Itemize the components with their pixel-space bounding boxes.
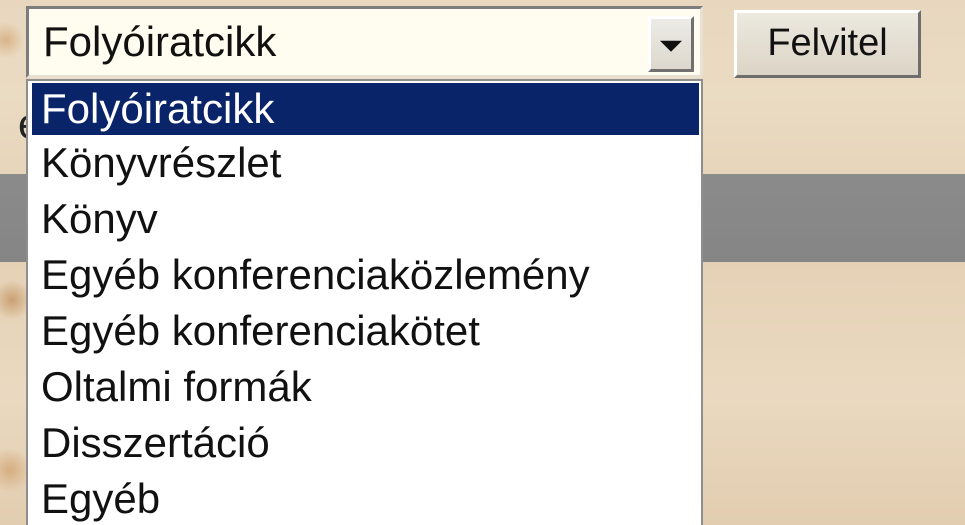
select-current-value: Folyóiratcikk bbox=[43, 18, 277, 65]
submit-button[interactable]: Felvitel bbox=[734, 10, 921, 78]
dropdown-option[interactable]: Könyvrészlet bbox=[28, 137, 701, 193]
dropdown-option[interactable]: Könyv bbox=[28, 193, 701, 249]
chevron-down-icon bbox=[660, 40, 682, 52]
dropdown-option[interactable]: Egyéb bbox=[28, 473, 701, 525]
dropdown-arrow-button[interactable] bbox=[648, 16, 694, 72]
dropdown-options: Folyóiratcikk Könyvrészlet Könyv Egyéb konf… bbox=[28, 83, 701, 525]
dropdown-option[interactable]: Disszertáció bbox=[28, 417, 701, 473]
dropdown-option[interactable]: Oltalmi formák bbox=[28, 361, 701, 417]
publication-type-select[interactable]: Folyóiratcikk bbox=[26, 6, 703, 78]
publication-type-dropdown-list: Folyóiratcikk Könyvrészlet Könyv Egyéb konf… bbox=[26, 79, 703, 525]
dropdown-option[interactable]: Egyéb konferenciaközlemény bbox=[28, 249, 701, 305]
dropdown-option[interactable]: Folyóiratcikk bbox=[32, 83, 699, 135]
dropdown-option[interactable]: Egyéb konferenciakötet bbox=[28, 305, 701, 361]
